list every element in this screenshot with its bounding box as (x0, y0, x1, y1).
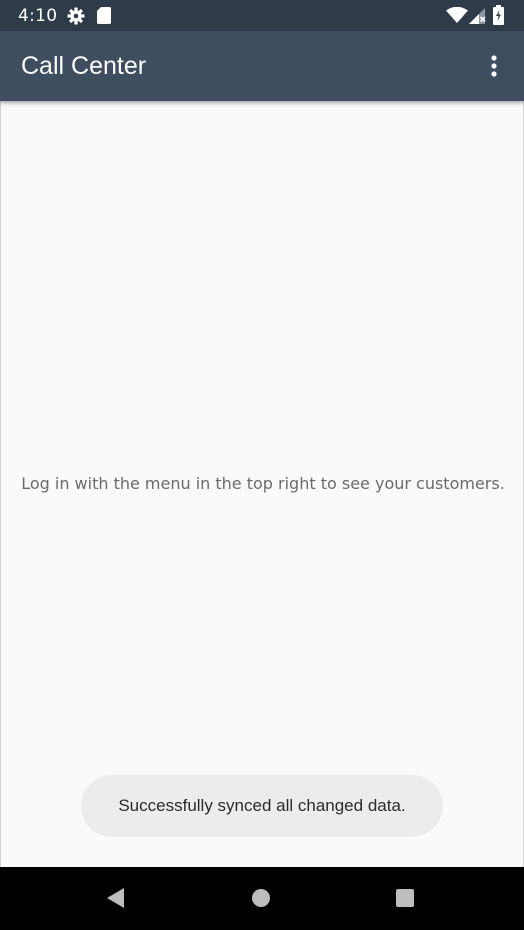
gear-icon (67, 7, 85, 25)
recents-button[interactable] (385, 879, 425, 919)
app-bar: Call Center (0, 31, 524, 101)
back-icon (107, 888, 124, 908)
toast-message: Successfully synced all changed data. (81, 775, 443, 837)
cell-signal-icon (469, 8, 486, 24)
screen: 4:10 Call Center Log in with the menu in… (0, 0, 524, 930)
app-title: Call Center (21, 52, 147, 80)
status-bar: 4:10 (0, 0, 524, 31)
recents-icon (396, 889, 414, 907)
battery-icon (493, 5, 504, 25)
back-button[interactable] (96, 879, 136, 919)
status-time: 4:10 (18, 6, 58, 26)
empty-state-message: Log in with the menu in the top right to… (21, 474, 505, 493)
main-content: Log in with the menu in the top right to… (0, 101, 524, 867)
wifi-icon (446, 6, 468, 23)
navigation-bar (0, 867, 524, 930)
overflow-menu-button[interactable] (478, 45, 510, 87)
home-icon (252, 889, 270, 907)
sd-card-icon (97, 7, 111, 24)
more-vert-icon (491, 55, 497, 77)
home-button[interactable] (241, 879, 281, 919)
